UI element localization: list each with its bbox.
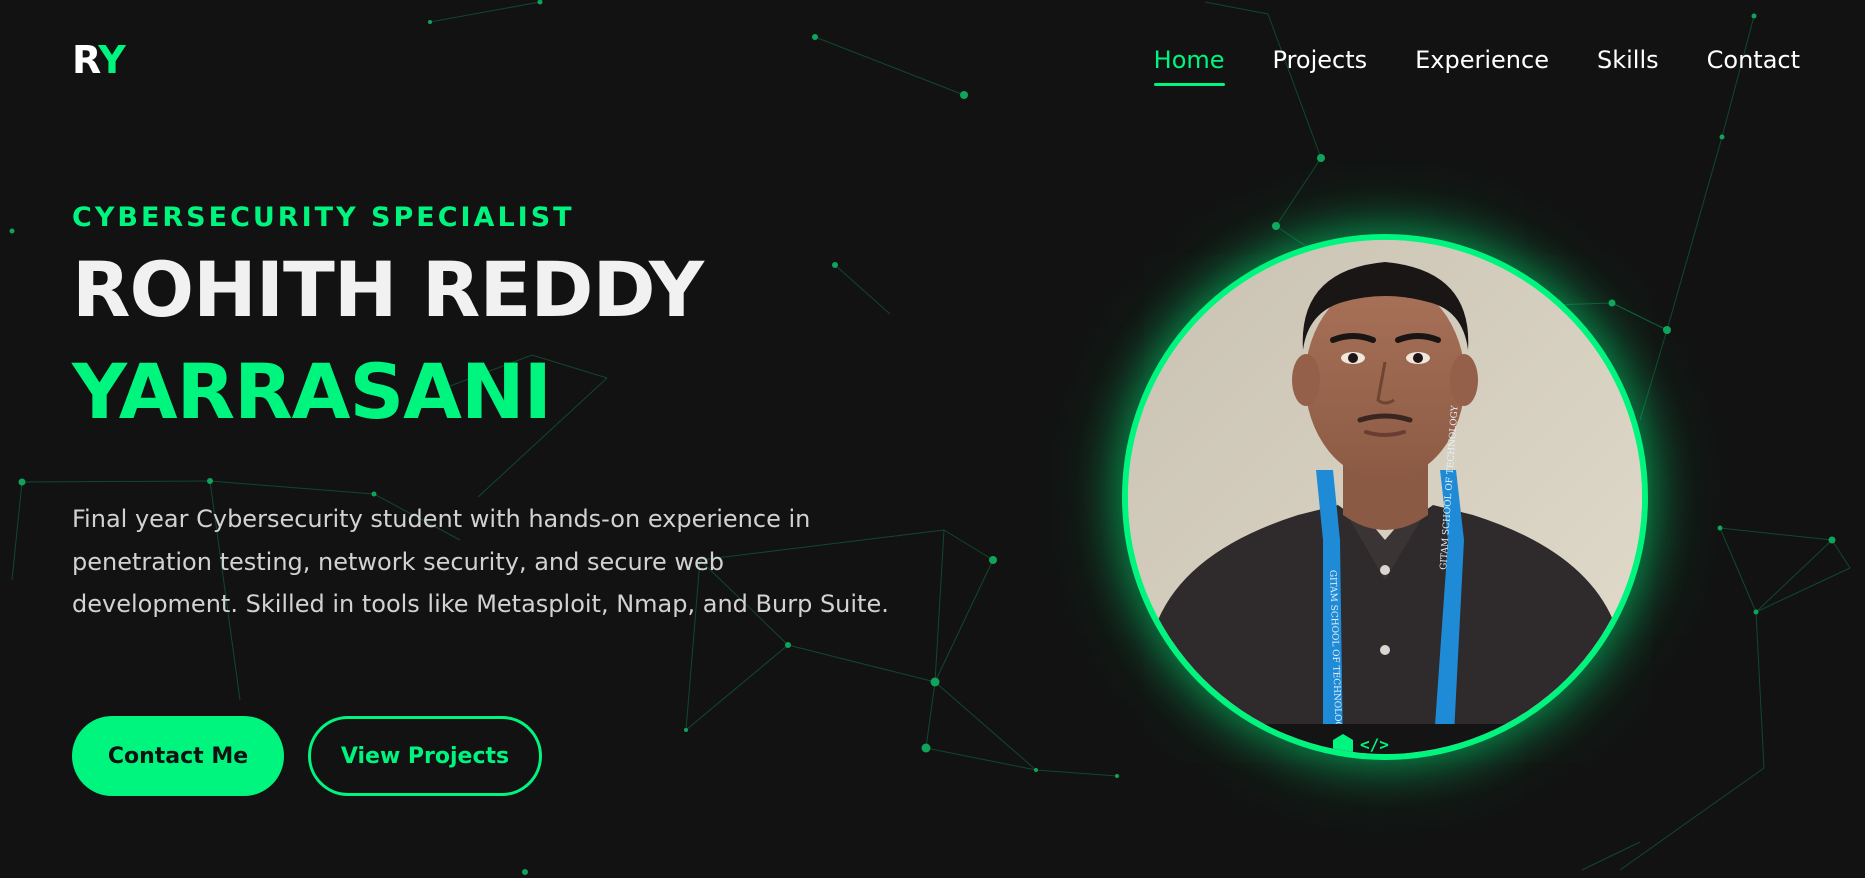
hero-first-name: ROHITH REDDY: [72, 245, 704, 334]
contact-me-button[interactable]: Contact Me: [72, 716, 284, 796]
code-glyph: </>: [1360, 735, 1389, 754]
hero-last-name: YARRASANI: [72, 347, 552, 436]
view-projects-button[interactable]: View Projects: [308, 716, 542, 796]
profile-photo: GITAM SCHOOL OF TECHNOLOGY GITAM SCHOOL …: [1122, 234, 1648, 760]
nav-link-contact[interactable]: Contact: [1707, 42, 1800, 82]
hero-eyebrow: CYBERSECURITY SPECIALIST: [72, 202, 575, 233]
portrait-illustration: GITAM SCHOOL OF TECHNOLOGY GITAM SCHOOL …: [1128, 240, 1642, 754]
navbar: RY Home Projects Experience Skills Conta…: [0, 0, 1865, 120]
logo-initial-y: Y: [98, 38, 126, 82]
nav-links: Home Projects Experience Skills Contact: [1153, 42, 1800, 86]
logo-initial-r: R: [72, 38, 99, 82]
hero-content: CYBERSECURITY SPECIALIST ROHITH REDDY YA…: [72, 196, 892, 796]
logo[interactable]: RY: [72, 36, 126, 84]
nav-link-experience[interactable]: Experience: [1415, 42, 1549, 82]
nav-link-skills[interactable]: Skills: [1597, 42, 1659, 82]
nav-link-home[interactable]: Home: [1153, 42, 1225, 86]
nav-link-projects[interactable]: Projects: [1273, 42, 1368, 82]
hero-intro: Final year Cybersecurity student with ha…: [72, 505, 889, 618]
